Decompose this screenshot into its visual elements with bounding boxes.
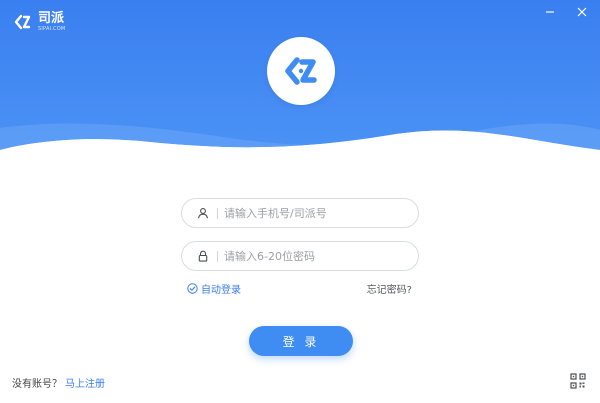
app-logo-icon (285, 57, 317, 85)
input-separator (217, 250, 218, 262)
qr-code-icon (570, 373, 586, 389)
no-account-text: 没有账号？ (12, 379, 62, 390)
check-circle-icon (187, 283, 198, 294)
user-icon (196, 206, 210, 220)
register-prompt: 没有账号？ 马上注册 (12, 375, 105, 390)
minimize-icon (546, 11, 554, 13)
brand-logo-icon (14, 14, 31, 30)
lock-icon (196, 249, 210, 263)
login-button[interactable]: 登 录 (249, 326, 353, 356)
brand: 司派 SIPAI.COM (13, 12, 65, 32)
register-link[interactable]: 马上注册 (65, 375, 105, 390)
app-logo (267, 37, 335, 105)
input-separator (217, 207, 218, 219)
auto-login-label: 自动登录 (201, 285, 241, 296)
brand-name: 司派 (38, 11, 65, 26)
password-field[interactable] (181, 241, 419, 271)
login-window: 司派 SIPAI.COM 请输入手机号/司派号 自动登录 忘记密码? 登 录 没… (0, 0, 600, 403)
phone-input[interactable] (224, 206, 404, 220)
phone-field[interactable] (181, 198, 419, 228)
qr-login-button[interactable] (570, 373, 586, 389)
brand-domain: SIPAI.COM (38, 26, 66, 32)
minimize-button[interactable] (542, 4, 558, 20)
window-controls (542, 4, 590, 20)
auto-login-checkbox[interactable]: 自动登录 (187, 281, 241, 296)
close-button[interactable] (574, 4, 590, 20)
close-icon (577, 7, 587, 17)
forgot-password-link[interactable]: 忘记密码? (367, 281, 412, 296)
password-input[interactable] (224, 249, 404, 263)
